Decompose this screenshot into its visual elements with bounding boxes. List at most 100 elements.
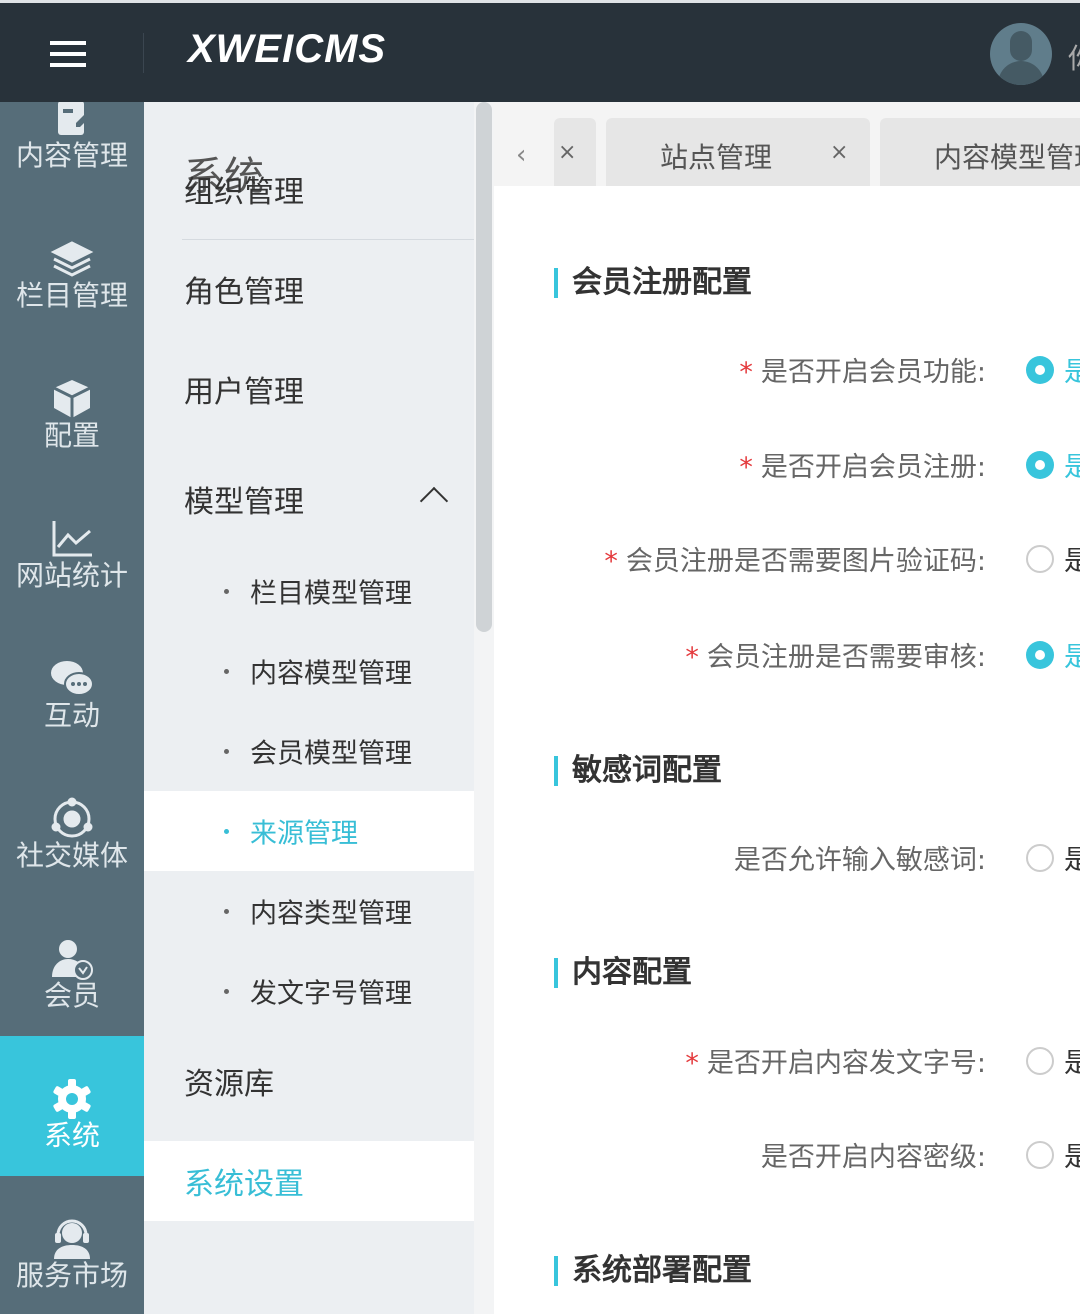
menu-item[interactable]: 资源库 (144, 1041, 474, 1121)
submenu-item[interactable]: 栏目模型管理 (144, 551, 474, 631)
sidebar-item[interactable]: 服务市场 (0, 1176, 144, 1314)
field-label-text: 是否开启会员注册: (760, 452, 986, 483)
menu-item-label: 模型管理 (184, 485, 304, 520)
radio-option-label[interactable]: 是 (1064, 539, 1080, 578)
sidebar-item-label: 系统 (43, 1119, 100, 1152)
bullet (224, 749, 229, 754)
sidebar-item-label: 网站统计 (15, 559, 128, 592)
menu-toggle-icon[interactable] (50, 41, 86, 67)
tab-label: 内容模型管理 (934, 141, 1080, 174)
sidebar-item[interactable]: 社交媒体 (0, 756, 144, 896)
sidebar-item[interactable]: 互动 (0, 616, 144, 756)
form-row: * 是否开启会员注册: 是 (494, 445, 1080, 485)
sidebar-item[interactable]: 内容管理 (0, 102, 144, 196)
tab-close-icon[interactable]: × (558, 140, 576, 165)
radio-option-label[interactable]: 是 (1064, 350, 1080, 389)
sidebar-item[interactable]: 网站统计 (0, 476, 144, 616)
logo[interactable]: XWEICMS (188, 27, 386, 72)
avatar[interactable] (990, 23, 1052, 85)
radio-yes[interactable] (1026, 356, 1054, 384)
radio-yes[interactable] (1026, 545, 1054, 573)
tab-bar: ‹ × 站点管理 × 内容模型管理 (494, 102, 1080, 186)
section-title: 敏感词配置 (554, 756, 722, 786)
radio-yes[interactable] (1026, 844, 1054, 872)
required-mark: * (685, 1048, 699, 1079)
submenu-item[interactable]: 内容类型管理 (144, 871, 474, 951)
settings-form: 会员注册配置 敏感词配置 内容配置 系统部署配置 * 是否开启会员功能: 是 * 是否开启会员注… (494, 186, 1080, 1314)
menu-item-label: 内容类型管理 (250, 898, 412, 930)
required-mark: * (739, 357, 753, 388)
menu-item-label: 系统设置 (184, 1167, 304, 1202)
menu-item[interactable]: 角色管理 (144, 249, 474, 329)
tab-partial[interactable]: × (554, 118, 596, 186)
submenu-item[interactable]: 会员模型管理 (144, 711, 474, 791)
scrollbar-thumb[interactable] (476, 102, 492, 632)
radio-option-label[interactable]: 是 (1064, 445, 1080, 484)
menu-item[interactable]: 系统设置 (144, 1141, 474, 1221)
menu-item-label: 发文字号管理 (250, 978, 412, 1010)
field-label-text: 会员注册是否需要审核: (706, 642, 986, 673)
submenu-item[interactable]: 来源管理 (144, 791, 474, 871)
menu-item-label: 栏目模型管理 (250, 578, 412, 610)
section-title: 系统部署配置 (554, 1256, 752, 1286)
menu-item-label: 资源库 (184, 1067, 274, 1102)
field-label-text: 是否开启会员功能: (760, 357, 986, 388)
sidebar-item[interactable]: 系统 (0, 1036, 144, 1176)
bullet (224, 829, 229, 834)
required-mark: * (739, 452, 753, 483)
section-title: 会员注册配置 (554, 268, 752, 298)
sidebar-item-label: 配置 (43, 419, 100, 452)
sidebar-item-label: 社交媒体 (15, 839, 128, 872)
sidebar-item-label: 内容管理 (15, 139, 128, 172)
menu-item-label: 组织管理 (184, 175, 304, 210)
chevron-up-icon[interactable] (419, 486, 449, 516)
radio-option-label[interactable]: 是 (1064, 1135, 1080, 1174)
menu-item-label: 角色管理 (184, 275, 304, 310)
form-row: * 会员注册是否需要图片验证码: 是 (494, 539, 1080, 579)
radio-yes[interactable] (1026, 451, 1054, 479)
form-row: * 是否开启会员功能: 是 (494, 350, 1080, 390)
menu-item[interactable]: 模型管理 (144, 459, 474, 539)
sidebar-item-label: 会员 (43, 979, 100, 1012)
user-name[interactable]: 你 (1068, 37, 1080, 77)
bullet (224, 989, 229, 994)
sub-sidebar: 系统 组织管理 角色管理 用户管理 模型管理 栏目模型管理 内容模型管理 会员模型管理 来源管… (144, 102, 474, 1314)
header-divider (143, 33, 144, 73)
tab-site-management[interactable]: 站点管理 × (606, 118, 870, 186)
required-mark: * (604, 546, 618, 577)
form-row: 是否允许输入敏感词: 是 (494, 838, 1080, 878)
sidebar-scrollbar[interactable] (474, 102, 494, 1314)
field-label: * 是否开启会员功能: (739, 350, 986, 389)
sidebar-item-label: 互动 (43, 699, 100, 732)
sidebar-item-label: 服务市场 (15, 1259, 128, 1292)
bullet (224, 909, 229, 914)
form-row: 是否开启内容密级: 是 (494, 1135, 1080, 1175)
sidebar-item[interactable]: 配置 (0, 336, 144, 476)
radio-option-label[interactable]: 是 (1064, 635, 1080, 674)
menu-item[interactable]: 用户管理 (144, 349, 474, 429)
sidebar-item-label: 栏目管理 (15, 279, 128, 312)
tab-close-icon[interactable]: × (830, 140, 848, 165)
radio-option-label[interactable]: 是 (1064, 1041, 1080, 1080)
field-label: * 是否开启内容发文字号: (685, 1041, 986, 1080)
section-title: 内容配置 (554, 958, 692, 988)
radio-yes[interactable] (1026, 641, 1054, 669)
menu-item-label: 内容模型管理 (250, 658, 412, 690)
menu-item[interactable]: 组织管理 (144, 149, 474, 229)
menu-item-label: 会员模型管理 (250, 738, 412, 770)
menu-item-label: 用户管理 (184, 375, 304, 410)
sidebar-item[interactable]: 会员 (0, 896, 144, 1036)
radio-yes[interactable] (1026, 1047, 1054, 1075)
divider (182, 239, 474, 240)
radio-option-label[interactable]: 是 (1064, 838, 1080, 877)
sidebar-item[interactable]: 栏目管理 (0, 196, 144, 336)
submenu-item[interactable]: 内容模型管理 (144, 631, 474, 711)
field-label-text: 是否开启内容发文字号: (706, 1048, 986, 1079)
menu-item-label: 来源管理 (250, 818, 358, 850)
header: XWEICMS 你 (0, 3, 1080, 102)
submenu-item[interactable]: 发文字号管理 (144, 951, 474, 1031)
field-label-text: 会员注册是否需要图片验证码: (625, 546, 986, 577)
tab-prev-icon[interactable]: ‹ (516, 140, 526, 170)
radio-yes[interactable] (1026, 1141, 1054, 1169)
tab-content-model[interactable]: 内容模型管理 (880, 118, 1080, 186)
